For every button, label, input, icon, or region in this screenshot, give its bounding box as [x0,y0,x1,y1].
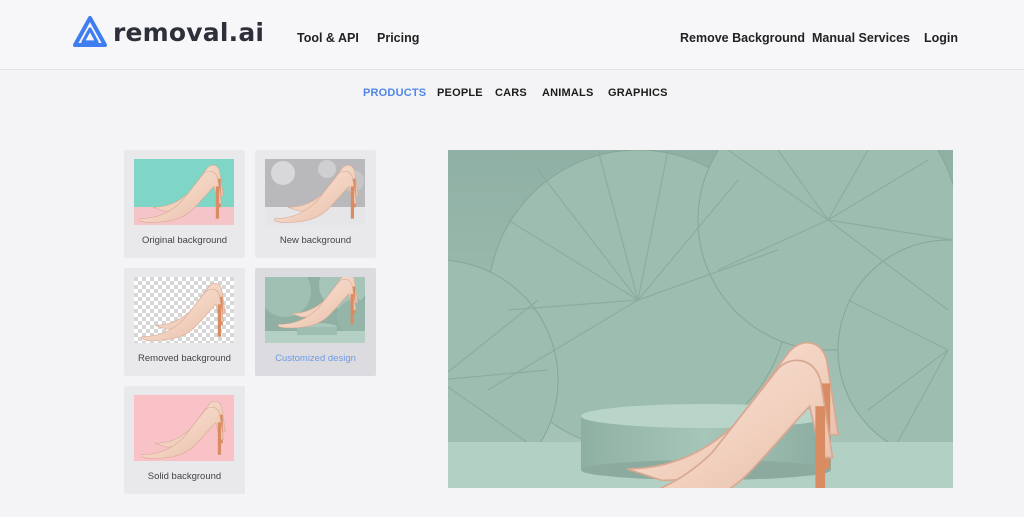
logo-icon [73,16,107,47]
card-label: Removed background [138,353,231,364]
nav-tool-api[interactable]: Tool & API [297,31,359,45]
logo[interactable]: removal.ai [71,14,264,50]
card-label: Customized design [275,353,356,364]
card-label: New background [279,235,352,246]
thumbnail-image [265,159,365,225]
preview-image [448,150,953,488]
tab-people[interactable]: PEOPLE [437,87,483,99]
thumbnail-image [134,277,234,343]
tab-graphics[interactable]: GRAPHICS [608,87,668,99]
card-solid-background[interactable]: Solid background [124,386,245,494]
card-label: Original background [141,235,228,246]
nav-login[interactable]: Login [924,31,958,45]
thumbnail-image [134,395,234,461]
card-customized-design[interactable]: Customized design [255,268,376,376]
thumbnail-image [134,159,234,225]
nav-manual-services[interactable]: Manual Services [812,31,910,45]
card-removed-background[interactable]: Removed background [124,268,245,376]
nav-remove-background[interactable]: Remove Background [680,31,805,45]
site-header: removal.ai Tool & API Pricing Remove Bac… [0,0,1024,70]
card-new-background[interactable]: New background [255,150,376,258]
tab-cars[interactable]: CARS [495,87,527,99]
tab-products[interactable]: PRODUCTS [363,87,426,99]
nav-pricing[interactable]: Pricing [377,31,419,45]
logo-text: removal.ai [113,17,265,47]
card-original-background[interactable]: Original background [124,150,245,258]
tab-animals[interactable]: ANIMALS [542,87,594,99]
card-label: Solid background [147,471,222,482]
thumbnail-image [265,277,365,343]
